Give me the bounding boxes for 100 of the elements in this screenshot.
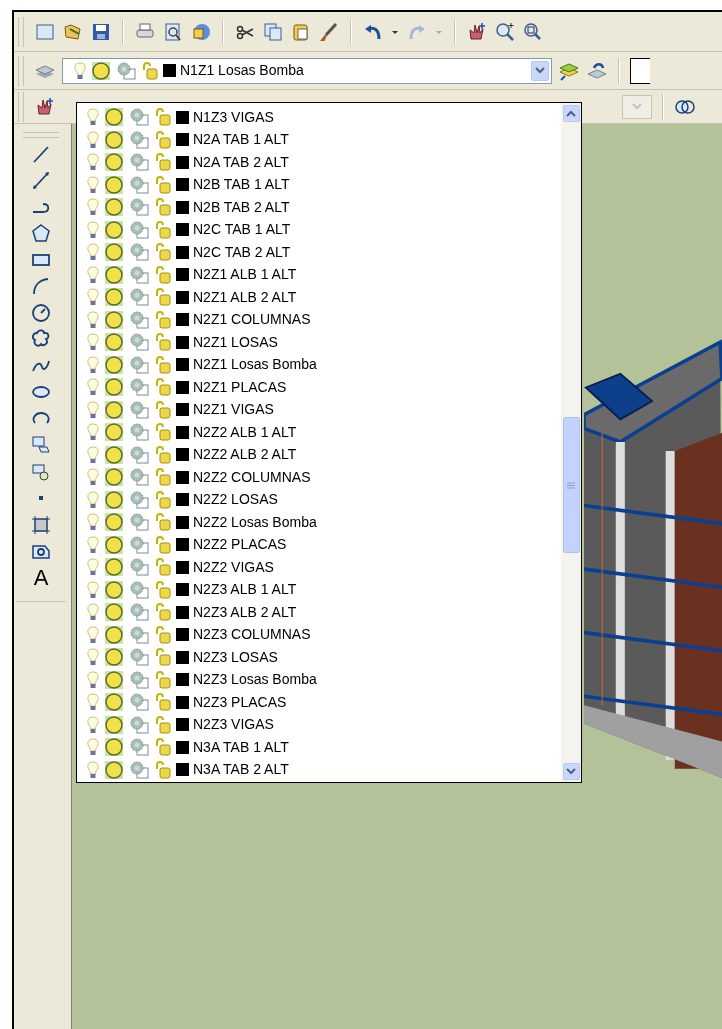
scroll-arrow-button[interactable] (562, 763, 580, 780)
sun-icon[interactable] (104, 287, 124, 308)
padlock-icon[interactable] (154, 714, 172, 735)
layer-list-item[interactable]: N2Z3 ALB 1 ALT (77, 578, 561, 601)
magnifier-plus-icon[interactable] (494, 20, 516, 43)
layer-list-item[interactable]: N2Z1 ALB 1 ALT (77, 263, 561, 286)
padlock-icon[interactable] (154, 129, 172, 150)
layer-list-item[interactable]: N2Z3 Losas Bomba (77, 668, 561, 691)
lightbulb-icon[interactable] (86, 378, 100, 397)
sun-icon[interactable] (104, 129, 124, 150)
block-insert-icon[interactable] (30, 434, 52, 456)
padlock-icon[interactable] (141, 60, 159, 81)
gear-icon[interactable] (128, 759, 150, 780)
gear-icon[interactable] (128, 512, 150, 533)
padlock-icon[interactable] (154, 669, 172, 690)
layer-list-item[interactable]: N2Z2 COLUMNAS (77, 466, 561, 489)
sun-icon[interactable] (104, 512, 124, 533)
sun-icon[interactable] (104, 219, 124, 240)
combo-field[interactable] (630, 57, 650, 84)
sun-icon[interactable] (104, 399, 124, 420)
gear-icon[interactable] (128, 354, 150, 375)
padlock-icon[interactable] (154, 422, 172, 443)
gear-icon[interactable] (128, 174, 150, 195)
double-arrow-line-icon[interactable] (30, 169, 52, 191)
lightbulb-icon[interactable] (86, 153, 100, 172)
layer-list-item[interactable]: N2Z3 LOSAS (77, 646, 561, 669)
layer-list-item[interactable]: N2A TAB 2 ALT (77, 151, 561, 174)
lightbulb-icon[interactable] (86, 265, 100, 284)
sun-icon[interactable] (104, 647, 124, 668)
sun-icon[interactable] (104, 489, 124, 510)
layer-list-item[interactable]: N2Z1 COLUMNAS (77, 308, 561, 331)
sun-icon[interactable] (104, 332, 124, 353)
lightbulb-icon[interactable] (86, 490, 100, 509)
lightbulb-icon[interactable] (86, 693, 100, 712)
gear-icon[interactable] (128, 579, 150, 600)
sun-icon[interactable] (104, 242, 124, 263)
lightbulb-icon[interactable] (86, 310, 100, 329)
lightbulb-icon[interactable] (86, 108, 100, 127)
gear-icon[interactable] (128, 714, 150, 735)
gear-icon[interactable] (128, 692, 150, 713)
paintbrush-icon[interactable] (318, 20, 340, 43)
layer-list-item[interactable]: N2Z1 ALB 2 ALT (77, 286, 561, 309)
lightbulb-icon[interactable] (86, 535, 100, 554)
padlock-icon[interactable] (154, 309, 172, 330)
padlock-icon[interactable] (154, 624, 172, 645)
padlock-icon[interactable] (154, 264, 172, 285)
circle-icon[interactable] (30, 301, 52, 324)
layer-list-item[interactable]: N2A TAB 1 ALT (77, 128, 561, 151)
gear-icon[interactable] (128, 242, 150, 263)
lightbulb-icon[interactable] (86, 468, 100, 487)
lightbulb-icon[interactable] (86, 288, 100, 307)
gear-icon[interactable] (128, 107, 150, 128)
hand-icon[interactable] (466, 20, 488, 43)
cloud-icon[interactable] (30, 328, 52, 350)
sun-icon[interactable] (104, 152, 124, 173)
padlock-icon[interactable] (154, 287, 172, 308)
layer-list-item[interactable]: N2Z3 COLUMNAS (77, 623, 561, 646)
padlock-icon[interactable] (154, 107, 172, 128)
gear-icon[interactable] (128, 602, 150, 623)
padlock-icon[interactable] (154, 579, 172, 600)
lightbulb-icon[interactable] (86, 715, 100, 734)
layer-list-item[interactable]: N3A TAB 1 ALT (77, 736, 561, 759)
layer-list-item[interactable]: N2B TAB 2 ALT (77, 196, 561, 219)
sun-icon[interactable] (104, 557, 124, 578)
padlock-icon[interactable] (154, 332, 172, 353)
gear-icon[interactable] (115, 60, 137, 81)
layer-list-item[interactable]: N2Z1 VIGAS (77, 398, 561, 421)
gear-icon[interactable] (128, 557, 150, 578)
padlock-icon[interactable] (154, 197, 172, 218)
gear-icon[interactable] (128, 534, 150, 555)
sun-icon[interactable] (91, 60, 111, 81)
gear-icon[interactable] (128, 197, 150, 218)
lightbulb-icon[interactable] (86, 355, 100, 374)
padlock-icon[interactable] (154, 219, 172, 240)
gear-icon[interactable] (128, 444, 150, 465)
layer-list-item[interactable]: N2Z3 VIGAS (77, 713, 561, 736)
gear-icon[interactable] (128, 399, 150, 420)
sun-icon[interactable] (104, 174, 124, 195)
lightbulb-icon[interactable] (86, 130, 100, 149)
lightbulb-icon[interactable] (73, 61, 87, 80)
gear-icon[interactable] (128, 669, 150, 690)
sun-icon[interactable] (104, 534, 124, 555)
padlock-icon[interactable] (154, 557, 172, 578)
lightbulb-icon[interactable] (86, 648, 100, 667)
sun-icon[interactable] (104, 354, 124, 375)
padlock-icon[interactable] (154, 377, 172, 398)
padlock-icon[interactable] (154, 534, 172, 555)
gear-icon[interactable] (128, 219, 150, 240)
sun-icon[interactable] (104, 579, 124, 600)
layer-list-item[interactable]: N2Z1 LOSAS (77, 331, 561, 354)
hand-icon[interactable] (34, 95, 56, 118)
padlock-icon[interactable] (154, 602, 172, 623)
scrollbar-thumb[interactable] (562, 417, 580, 553)
layer-list-item[interactable]: N2Z1 PLACAS (77, 376, 561, 399)
sun-icon[interactable] (104, 309, 124, 330)
sun-icon[interactable] (104, 602, 124, 623)
layer-list-item[interactable]: N2Z2 ALB 2 ALT (77, 443, 561, 466)
gear-icon[interactable] (128, 624, 150, 645)
padlock-icon[interactable] (154, 444, 172, 465)
layer-list-item[interactable]: N2Z3 PLACAS (77, 691, 561, 714)
